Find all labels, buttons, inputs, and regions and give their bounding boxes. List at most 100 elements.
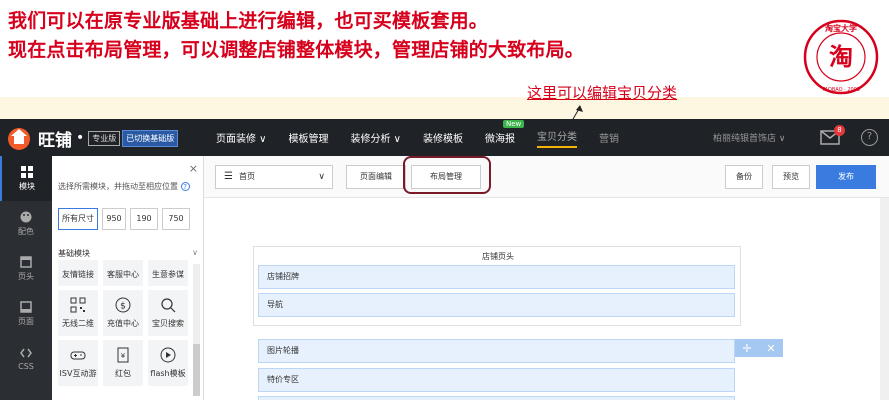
nav-menu: 页面装修 ∨ 模板管理 装修分析 ∨ 装修模板 微海报 New 宝贝分类 营销 bbox=[216, 119, 641, 156]
close-icon[interactable]: × bbox=[189, 162, 198, 175]
shop-logo-icon bbox=[8, 128, 30, 150]
size-950[interactable]: 950 bbox=[102, 208, 126, 230]
module-service-center[interactable]: 客服中心 bbox=[103, 260, 143, 286]
menu-icon: ☰ bbox=[224, 171, 233, 182]
svg-text:$: $ bbox=[120, 302, 126, 312]
rail-item-page[interactable]: 页面 bbox=[0, 291, 52, 336]
module-label: 红包 bbox=[115, 369, 131, 378]
size-all[interactable]: 所有尺寸 bbox=[58, 208, 98, 230]
page-select[interactable]: ☰ 首页 ∨ bbox=[215, 165, 333, 189]
taobao-university-seal: 淘 淘宝大学 TAOBAO · 2003 bbox=[803, 19, 879, 95]
category-header[interactable]: 基础模块 ∨ bbox=[58, 248, 200, 259]
top-nav-bar: 旺铺 • 专业版 已切换基础版 页面装修 ∨ 模板管理 装修分析 ∨ 装修模板 … bbox=[0, 119, 889, 156]
page-select-value: 首页 bbox=[238, 172, 255, 181]
module-shop-sign[interactable]: 店铺招牌 bbox=[258, 265, 735, 289]
nav-decor-template[interactable]: 装修模板 bbox=[423, 130, 463, 145]
module-label: ISV互动游 bbox=[59, 369, 97, 378]
module-label: 宝贝搜索 bbox=[152, 319, 184, 328]
chevron-down-icon: ∨ bbox=[192, 248, 198, 257]
logo[interactable]: 旺铺 • 专业版 已切换基础版 bbox=[6, 125, 179, 151]
backup-button[interactable]: 备份 bbox=[725, 165, 763, 189]
module-label: 无线二维 bbox=[62, 319, 94, 328]
rail-label-header: 页头 bbox=[18, 271, 34, 281]
shop-name-dropdown[interactable]: 柏丽纯银首饰店 ∨ bbox=[713, 131, 785, 144]
panel-scrollbar[interactable] bbox=[193, 264, 200, 396]
svg-text:淘: 淘 bbox=[829, 43, 853, 71]
new-badge: New bbox=[503, 120, 525, 128]
close-icon[interactable]: ✕ bbox=[766, 342, 775, 355]
module-next[interactable] bbox=[258, 396, 735, 400]
publish-button[interactable]: 发布 bbox=[816, 165, 876, 189]
code-icon bbox=[20, 348, 32, 357]
svg-text:TAOBAO · 2003: TAOBAO · 2003 bbox=[821, 87, 860, 93]
grid-icon bbox=[21, 165, 33, 178]
left-rail: 模块 配色 页头 页面 CSS bbox=[0, 156, 52, 400]
module-isv-game[interactable]: ISV互动游 bbox=[58, 340, 98, 386]
module-red-packet[interactable]: ¥ 红包 bbox=[103, 340, 143, 386]
nav-item-category[interactable]: 宝贝分类 bbox=[537, 128, 577, 148]
svg-text:淘宝大学: 淘宝大学 bbox=[825, 23, 857, 33]
nav-decor-analysis[interactable]: 装修分析 ∨ bbox=[351, 130, 402, 145]
logo-dot: • bbox=[76, 130, 85, 146]
module-label: flash模板 bbox=[150, 369, 186, 378]
module-grid: 友情链接 客服中心 生意参谋 无线二维 $ 充值中心 宝贝搜索 ISV互动游 ¥… bbox=[58, 260, 194, 386]
category-label: 基础模块 bbox=[58, 249, 90, 258]
svg-text:¥: ¥ bbox=[121, 352, 126, 360]
rail-item-header[interactable]: 页头 bbox=[0, 246, 52, 291]
yellow-band bbox=[0, 97, 889, 119]
slide-title-line2: 现在点击布局管理，可以调整店铺整体模块，管理店铺的大致布局。 bbox=[8, 39, 585, 61]
play-icon bbox=[160, 347, 176, 363]
canvas-scrollbar[interactable] bbox=[880, 198, 889, 400]
highlight-circle bbox=[403, 156, 491, 194]
preview-button[interactable]: 预览 bbox=[772, 165, 810, 189]
page-icon bbox=[20, 300, 32, 313]
slide-title-line1: 我们可以在原专业版基础上进行编辑，也可买模板套用。 bbox=[8, 10, 489, 32]
annotation-text: 这里可以编辑宝贝分类 bbox=[527, 84, 678, 102]
module-label: 客服中心 bbox=[107, 270, 139, 279]
header-icon bbox=[20, 255, 32, 268]
gamepad-icon bbox=[70, 351, 86, 360]
module-recharge[interactable]: $ 充值中心 bbox=[103, 290, 143, 336]
nav-page-decor[interactable]: 页面装修 ∨ bbox=[216, 130, 267, 145]
nav-micro-poster-label: 微海报 bbox=[485, 134, 515, 145]
module-navigation[interactable]: 导航 bbox=[258, 293, 735, 317]
panel-hint-text: 选择所需模块，并拖动至相应位置 bbox=[58, 182, 178, 191]
module-panel: × 选择所需模块，并拖动至相应位置 ? 所有尺寸 950 190 750 基础模… bbox=[52, 156, 204, 400]
logo-text: 旺铺 bbox=[38, 130, 72, 151]
search-icon bbox=[161, 298, 176, 313]
rail-item-modules[interactable]: 模块 bbox=[0, 156, 52, 201]
help-icon[interactable]: ? bbox=[861, 129, 878, 146]
nav-template-manage[interactable]: 模板管理 bbox=[289, 130, 329, 145]
rail-label-css: CSS bbox=[18, 361, 34, 371]
rail-item-css[interactable]: CSS bbox=[0, 336, 52, 381]
tag-base-edition[interactable]: 已切换基础版 bbox=[122, 129, 179, 147]
module-qrcode[interactable]: 无线二维 bbox=[58, 290, 98, 336]
module-label: 生意参谋 bbox=[152, 270, 184, 279]
nav-micro-poster[interactable]: 微海报 New bbox=[485, 120, 525, 145]
size-750[interactable]: 750 bbox=[162, 208, 190, 230]
size-190[interactable]: 190 bbox=[130, 208, 158, 230]
module-friend-links[interactable]: 友情链接 bbox=[58, 260, 98, 286]
nav-marketing[interactable]: 营销 bbox=[599, 130, 619, 145]
module-business-advisor[interactable]: 生意参谋 bbox=[148, 260, 188, 286]
panel-hint: 选择所需模块，并拖动至相应位置 ? bbox=[58, 181, 190, 192]
rail-label-modules: 模块 bbox=[19, 181, 35, 191]
module-tools: ✛ ✕ bbox=[735, 339, 783, 357]
rail-label-colors: 配色 bbox=[18, 226, 34, 236]
module-special-offer[interactable]: 特价专区 bbox=[258, 368, 735, 392]
help-circle-icon[interactable]: ? bbox=[180, 182, 190, 191]
module-label: 友情链接 bbox=[62, 270, 94, 279]
module-item-search[interactable]: 宝贝搜索 bbox=[148, 290, 188, 336]
tag-pro-edition[interactable]: 专业版 bbox=[88, 130, 121, 146]
module-flash[interactable]: flash模板 bbox=[148, 340, 188, 386]
move-icon[interactable]: ✛ bbox=[742, 342, 751, 355]
module-image-carousel[interactable]: 图片轮播 bbox=[258, 339, 735, 363]
rail-item-colors[interactable]: 配色 bbox=[0, 201, 52, 246]
scroll-thumb[interactable] bbox=[193, 344, 200, 396]
mail-count-badge: 8 bbox=[834, 125, 845, 136]
coin-icon: $ bbox=[115, 297, 131, 313]
rail-label-page: 页面 bbox=[18, 316, 34, 326]
module-label: 充值中心 bbox=[107, 319, 139, 328]
page-edit-button[interactable]: 页面编辑 bbox=[346, 165, 406, 189]
chevron-down-icon: ∨ bbox=[318, 172, 325, 182]
